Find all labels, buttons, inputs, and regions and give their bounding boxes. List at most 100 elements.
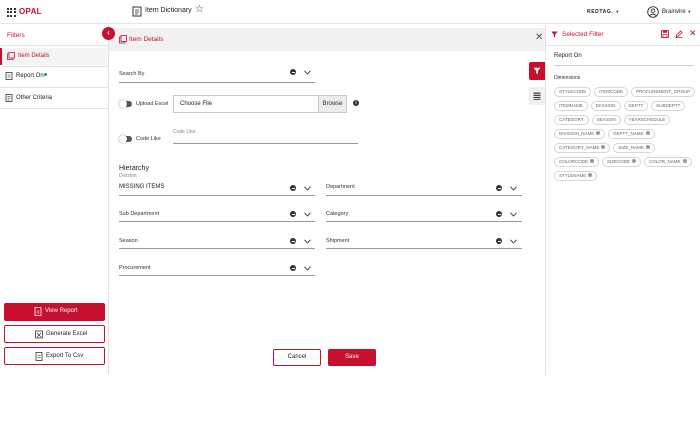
category-select[interactable] — [326, 221, 522, 222]
department-select[interactable] — [326, 195, 522, 196]
file-input[interactable]: Choose File Browse — [173, 95, 347, 113]
list-view-tab[interactable] — [529, 87, 545, 105]
chevron-down-icon[interactable] — [304, 266, 311, 271]
chevron-down-icon[interactable] — [304, 212, 311, 217]
app-grid-icon[interactable] — [7, 8, 16, 17]
dimension-chip[interactable]: SUBDEPTT — [651, 101, 686, 111]
season-select[interactable] — [119, 248, 315, 249]
clear-icon[interactable] — [290, 211, 296, 217]
remove-chip-icon[interactable] — [596, 131, 601, 136]
clear-icon[interactable] — [290, 185, 296, 191]
remove-chip-icon[interactable] — [590, 159, 595, 164]
collapse-sidebar-button[interactable]: ‹ — [102, 27, 115, 40]
search-by-label: Search By — [119, 71, 145, 77]
procurement-select[interactable] — [119, 275, 315, 276]
file-input-placeholder: Choose File — [180, 101, 213, 107]
clear-icon[interactable] — [496, 185, 502, 191]
remove-chip-icon[interactable] — [645, 145, 650, 150]
clear-icon[interactable] — [290, 69, 296, 75]
sidebar-item-other-criteria[interactable]: Other Criteria — [0, 90, 108, 107]
chevron-down-icon[interactable] — [304, 70, 311, 75]
clear-icon[interactable] — [290, 238, 296, 244]
browse-button[interactable]: Browse — [318, 96, 346, 112]
funnel-icon — [551, 31, 558, 38]
code-like-input[interactable] — [173, 143, 358, 144]
remove-chip-icon[interactable] — [682, 159, 687, 164]
dimension-chip[interactable]: COLOR_NAME — [644, 157, 692, 167]
sidebar-item-item-details[interactable]: Item Details — [0, 48, 108, 65]
chevron-down-icon[interactable] — [304, 239, 311, 244]
sidebar-item-report-on[interactable]: Report On — [0, 68, 108, 85]
item-details-icon — [119, 35, 127, 44]
panel-header: Item Details ✕ — [109, 28, 545, 51]
save-button[interactable]: Save — [328, 349, 376, 366]
dimension-chip[interactable]: PROCUREMENT_GROUP — [631, 87, 696, 97]
upload-excel-label: Upload Excel — [136, 101, 169, 107]
filters-sidebar: Filters Item Details Report On Other Cri… — [0, 25, 109, 374]
view-report-label: View Report — [45, 308, 78, 314]
tenant-selector[interactable]: REDTAG. ▼ — [587, 9, 620, 15]
top-bar: OPAL Item Dictionary ☆ REDTAG. ▼ Brainvi… — [0, 0, 700, 24]
remove-chip-icon[interactable] — [632, 159, 637, 164]
cancel-button[interactable]: Cancel — [273, 349, 321, 366]
dimension-chip[interactable]: COLORCODE — [554, 157, 600, 167]
save-icon[interactable] — [661, 30, 669, 38]
clear-icon[interactable] — [496, 238, 502, 244]
item-details-icon — [7, 52, 15, 60]
user-avatar-icon[interactable] — [647, 6, 659, 18]
remove-chip-icon[interactable] — [601, 145, 606, 150]
dimension-chip-label: SIZE_NAME — [618, 145, 644, 150]
dimension-chip[interactable]: SIZE_NAME — [613, 143, 655, 153]
dimension-chip-list: STYLECODE ITEMCODE PROCUREMENT_GROUP ITEMNA… — [554, 87, 696, 181]
remove-chip-icon[interactable] — [588, 173, 593, 178]
division-select[interactable] — [119, 195, 315, 196]
selected-filter-tab[interactable] — [529, 62, 545, 80]
report-document-icon — [132, 6, 142, 17]
favorite-star-icon[interactable]: ☆ — [195, 5, 204, 15]
dimension-chip[interactable]: STYLECODE — [554, 87, 592, 97]
chevron-down-icon[interactable] — [304, 186, 311, 191]
dimension-chip[interactable]: DIVISION — [590, 101, 621, 111]
page-title: Item Dictionary — [145, 7, 192, 14]
dimension-chip[interactable]: DEPTT — [623, 101, 649, 111]
funnel-icon — [533, 67, 541, 75]
code-like-toggle[interactable] — [119, 135, 132, 143]
view-report-button[interactable]: View Report — [4, 303, 105, 321]
chevron-down-icon[interactable] — [510, 239, 517, 244]
dimension-chip-label: DEPTT — [628, 103, 644, 108]
close-icon[interactable]: ✕ — [535, 32, 543, 44]
chevron-down-icon[interactable] — [510, 186, 517, 191]
user-menu[interactable]: Brainvire ▼ — [662, 9, 691, 15]
dimension-chip[interactable]: DIVISION_NAME — [554, 129, 606, 139]
dimension-chip[interactable]: ITEMCODE — [594, 87, 629, 97]
dimension-chip-label: ITEMNAME — [559, 103, 583, 108]
dimension-chip[interactable]: YEARSCHEDULE — [623, 115, 671, 125]
close-icon[interactable]: ✕ — [689, 28, 697, 38]
excel-icon — [35, 330, 43, 339]
edit-icon[interactable] — [675, 30, 683, 38]
document-icon — [34, 307, 42, 316]
dimension-chip[interactable]: ITEMNAME — [554, 101, 588, 111]
chevron-down-icon[interactable] — [510, 212, 517, 217]
dimension-chip[interactable]: DEPTT_NAME — [608, 129, 655, 139]
upload-excel-toggle[interactable] — [119, 100, 132, 108]
sub-department-select[interactable] — [119, 221, 315, 222]
dimension-chip[interactable]: CATEGORY_NAME — [554, 143, 611, 153]
clear-icon[interactable] — [290, 265, 296, 271]
selected-filter-panel: Selected Filter ✕ Report On Dimensions S… — [545, 25, 700, 374]
search-by-select[interactable] — [119, 82, 315, 83]
dimension-chip-label: SEASON — [596, 117, 616, 122]
dimension-chip[interactable]: SIZECODE — [602, 157, 642, 167]
remove-chip-icon[interactable] — [645, 131, 650, 136]
report-icon — [5, 72, 13, 80]
info-icon[interactable]: i — [353, 100, 359, 106]
shipment-select[interactable] — [326, 248, 522, 249]
dimension-chip[interactable]: CATEGORY — [554, 115, 589, 125]
dimension-chip[interactable]: SEASON — [591, 115, 621, 125]
brand-logo[interactable]: OPAL — [19, 7, 42, 16]
dimension-chip-label: DIVISION — [595, 103, 616, 108]
export-csv-button[interactable]: Export To Csv — [4, 347, 105, 365]
generate-excel-button[interactable]: Generate Excel — [4, 325, 105, 343]
clear-icon[interactable] — [496, 211, 502, 217]
dimension-chip[interactable]: STYLENAME — [554, 171, 598, 181]
